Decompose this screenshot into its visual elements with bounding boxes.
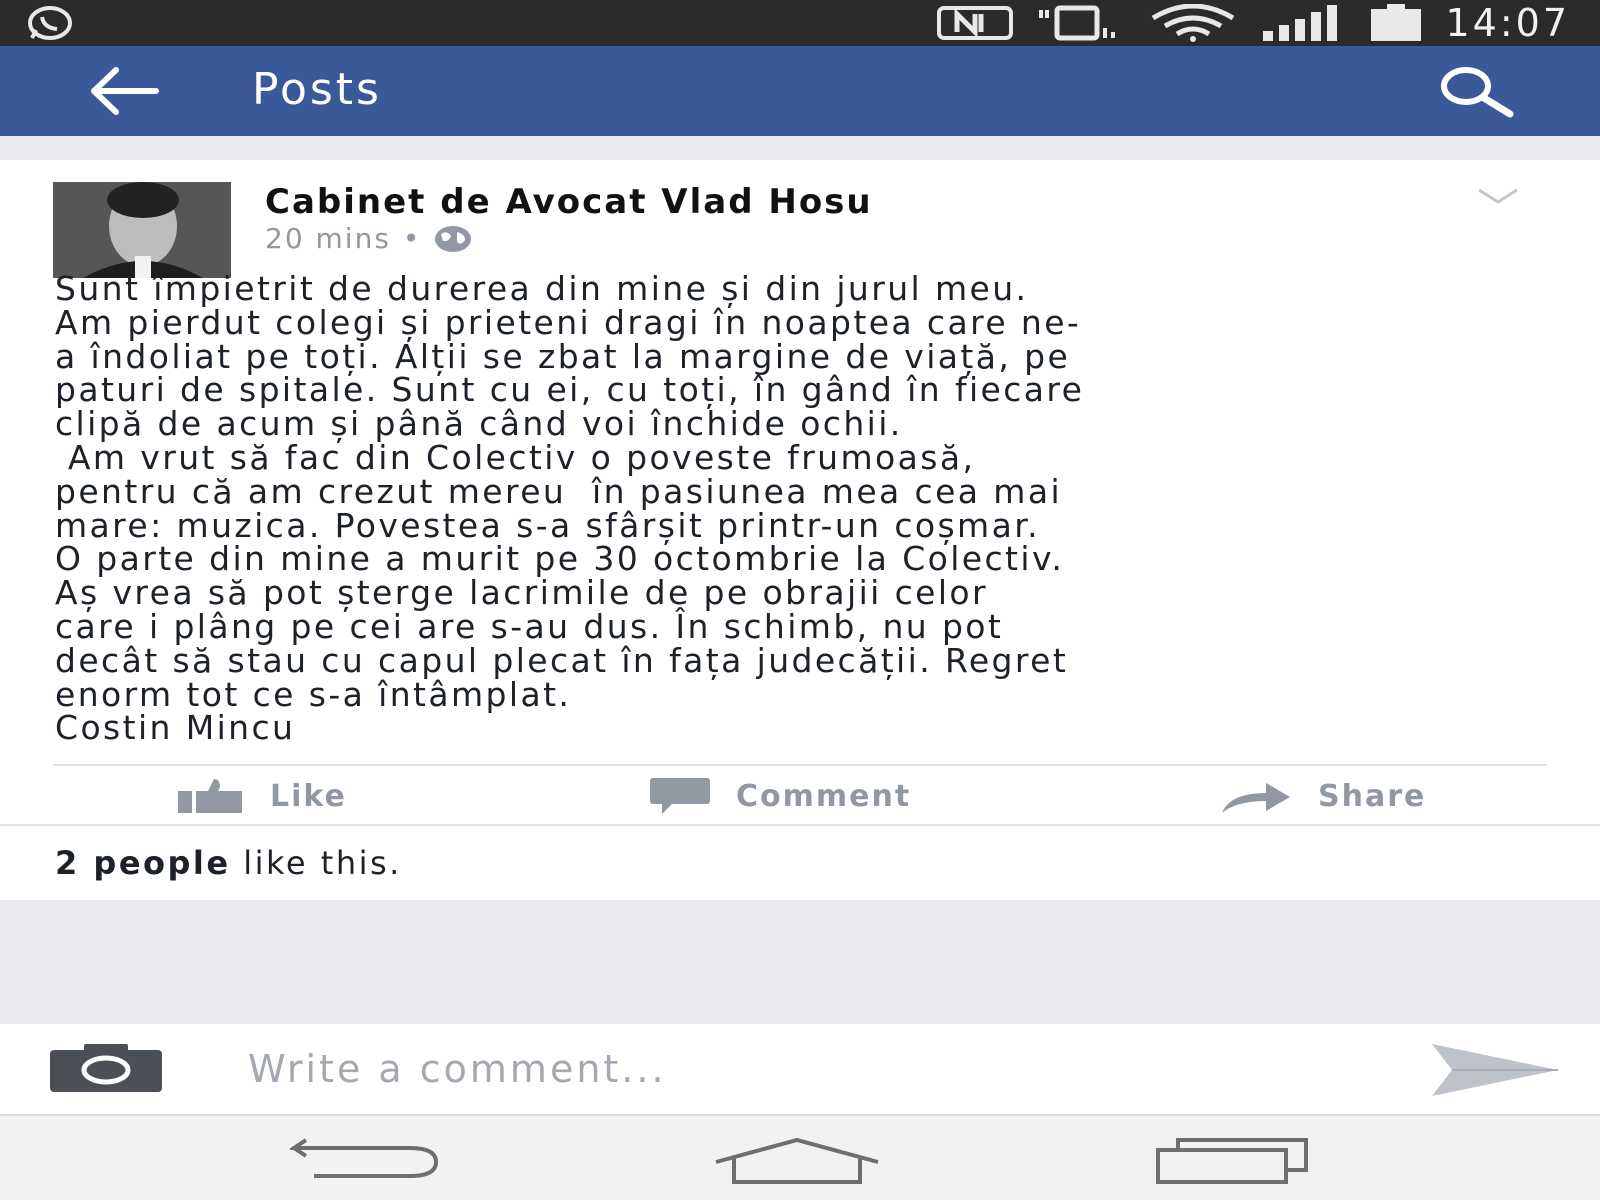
comment-input[interactable] <box>248 1042 1348 1096</box>
post-body-line: care i plâng pe cei are s-au dus. În sch… <box>55 606 1004 646</box>
post-body-line: a îndoliat pe toți. Alții se zbat la mar… <box>55 336 1071 376</box>
post-body-line: clipă de acum și până când voi închide o… <box>55 404 903 444</box>
feed-separator <box>0 136 1600 160</box>
wifi-icon <box>1152 4 1235 42</box>
post-body-line: Am vrut să fac din Colectiv o poveste fr… <box>55 437 976 477</box>
page-title: Posts <box>252 64 382 115</box>
post-actions: Like Comment Share <box>0 766 1600 826</box>
signal-icon <box>1263 5 1338 41</box>
camera-icon[interactable] <box>50 1044 162 1092</box>
post-body-line: pentru că am crezut mereu în pasiunea me… <box>55 471 1063 511</box>
likes-divider <box>0 824 1600 826</box>
post-meta: 20 mins • <box>265 222 473 255</box>
back-arrow-icon[interactable] <box>86 66 162 116</box>
share-button[interactable]: Share <box>1220 774 1426 818</box>
nav-home-icon[interactable] <box>712 1136 882 1186</box>
likes-suffix: like this. <box>230 844 402 882</box>
thumbs-up-icon <box>178 779 242 813</box>
post-body-line: paturi de spitale. Sunt cu ei, cu toți, … <box>55 370 1085 410</box>
post-time[interactable]: 20 mins <box>265 222 391 255</box>
post-body: Sunt împietrit de durerea din mine și di… <box>55 272 1565 745</box>
status-time: 14:07 <box>1445 1 1570 45</box>
post-body-line: Sunt împietrit de durerea din mine și di… <box>55 269 1029 308</box>
post-body-line: mare: muzica. Povestea s-a sfârșit print… <box>55 505 1041 545</box>
post-body-line: O parte din mine a murit pe 30 octombrie… <box>55 539 1065 579</box>
comment-bubble-icon <box>650 778 710 814</box>
post-body-line: Aș vrea să pot șterge lacrimile de pe ob… <box>55 573 988 613</box>
app-bar: Posts <box>0 46 1600 136</box>
author-avatar[interactable] <box>53 182 231 278</box>
likes-summary[interactable]: 2 people like this. <box>55 844 402 882</box>
comment-button[interactable]: Comment <box>650 774 911 818</box>
comment-label: Comment <box>736 778 912 814</box>
globe-icon <box>435 225 472 252</box>
battery-icon <box>1371 4 1422 41</box>
whatsapp-icon <box>28 6 72 40</box>
comment-composer <box>0 1024 1600 1114</box>
post-card: Cabinet de Avocat Vlad Hosu 20 mins • Su… <box>0 160 1600 900</box>
nav-recent-apps-icon[interactable] <box>1154 1136 1310 1184</box>
post-body-line: Costin Mincu <box>55 708 296 748</box>
share-label: Share <box>1318 778 1427 814</box>
comments-area <box>0 900 1600 1024</box>
like-label: Like <box>270 778 347 814</box>
status-bar: 14:07 <box>0 0 1600 46</box>
nfc-icon <box>937 6 1014 40</box>
post-body-line: Am pierdut colegi și prieteni dragi în n… <box>55 302 1082 342</box>
meta-separator: • <box>402 222 422 255</box>
share-arrow-icon <box>1222 783 1290 813</box>
vibrate-icon <box>1039 5 1116 41</box>
chevron-down-icon[interactable] <box>1476 186 1520 208</box>
send-icon[interactable] <box>1430 1042 1560 1098</box>
like-button[interactable]: Like <box>178 774 347 818</box>
system-nav-bar <box>0 1114 1600 1200</box>
post-author[interactable]: Cabinet de Avocat Vlad Hosu <box>265 182 873 222</box>
likes-count[interactable]: 2 people <box>55 844 231 882</box>
nav-back-icon[interactable] <box>290 1138 442 1182</box>
post-body-line: decât să stau cu capul plecat în fața ju… <box>55 640 1069 680</box>
post-body-line: enorm tot ce s-a întâmplat. <box>55 674 572 714</box>
search-icon[interactable] <box>1436 66 1516 118</box>
